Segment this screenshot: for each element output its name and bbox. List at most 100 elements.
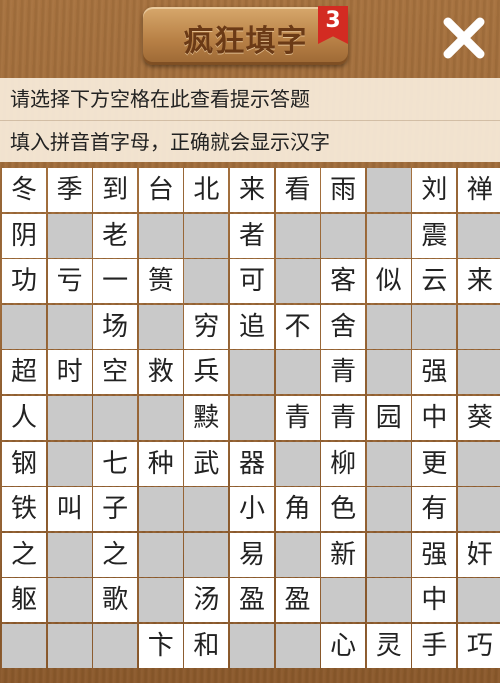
grid-cell[interactable]: 台 [138, 168, 183, 212]
grid-cell[interactable]: 黩 [184, 395, 229, 440]
grid-cell[interactable]: 和 [184, 623, 229, 668]
grid-cell[interactable]: 七 [93, 441, 138, 486]
grid-cell[interactable]: 追 [229, 304, 274, 349]
grid-cell[interactable]: 中 [412, 578, 457, 623]
grid-cell[interactable]: 色 [321, 487, 366, 532]
grid-cell[interactable]: 中 [412, 395, 457, 440]
grid-cell[interactable]: 之 [2, 532, 46, 577]
grid-cell[interactable]: 角 [275, 487, 320, 532]
grid-cell[interactable]: 场 [93, 304, 138, 349]
grid-cell[interactable]: 心 [321, 623, 366, 668]
grid-cell-blocked [366, 304, 411, 349]
grid-cell[interactable]: 舍 [321, 304, 366, 349]
grid-cell[interactable]: 叫 [47, 487, 92, 532]
grid-cell[interactable]: 篑 [138, 259, 183, 304]
grid-cell[interactable]: 客 [321, 259, 366, 304]
grid-cell[interactable]: 更 [412, 441, 457, 486]
grid-cell-blocked [275, 259, 320, 304]
grid-cell[interactable]: 空 [93, 350, 138, 395]
grid-cell[interactable]: 北 [184, 168, 229, 212]
grid-cell-blocked [93, 395, 138, 440]
grid-cell[interactable]: 强 [412, 532, 457, 577]
grid-cell[interactable]: 种 [138, 441, 183, 486]
grid-cell[interactable]: 不 [275, 304, 320, 349]
grid-cell[interactable]: 救 [138, 350, 183, 395]
grid-cell[interactable]: 一 [93, 259, 138, 304]
grid-cell[interactable]: 巧 [457, 623, 500, 668]
grid-cell[interactable]: 震 [412, 213, 457, 258]
grid-cell-blocked [366, 350, 411, 395]
grid-cell[interactable]: 者 [229, 213, 274, 258]
grid-cell[interactable]: 奸 [457, 532, 500, 577]
grid-cell[interactable]: 武 [184, 441, 229, 486]
grid-cell[interactable]: 人 [2, 395, 46, 440]
grid-cell[interactable]: 园 [366, 395, 411, 440]
grid-cell[interactable]: 亏 [47, 259, 92, 304]
grid-cell[interactable]: 穷 [184, 304, 229, 349]
grid-cell[interactable]: 躯 [2, 578, 46, 623]
grid-cell[interactable]: 柳 [321, 441, 366, 486]
grid-cell[interactable]: 季 [47, 168, 92, 212]
grid-cell[interactable]: 葵 [457, 395, 500, 440]
grid-cell-blocked [366, 168, 411, 212]
grid-cell[interactable]: 卞 [138, 623, 183, 668]
grid-cell[interactable]: 盈 [275, 578, 320, 623]
grid-cell[interactable]: 汤 [184, 578, 229, 623]
grid-cell[interactable]: 铁 [2, 487, 46, 532]
grid-cell[interactable]: 手 [412, 623, 457, 668]
grid-cell-blocked [138, 304, 183, 349]
grid-cell-blocked [412, 304, 457, 349]
grid-cell-blocked [138, 532, 183, 577]
grid-cell[interactable]: 兵 [184, 350, 229, 395]
grid-cell[interactable]: 有 [412, 487, 457, 532]
grid-cell[interactable]: 可 [229, 259, 274, 304]
grid-cell[interactable]: 功 [2, 259, 46, 304]
grid-cell[interactable]: 时 [47, 350, 92, 395]
grid-cell[interactable]: 钢 [2, 441, 46, 486]
grid-cell-blocked [457, 487, 500, 532]
close-button[interactable] [440, 14, 488, 62]
grid-cell-blocked [47, 623, 92, 668]
grid-cell-blocked [138, 487, 183, 532]
grid-cell[interactable]: 强 [412, 350, 457, 395]
grid-cell[interactable]: 刘 [412, 168, 457, 212]
grid-cell-blocked [457, 213, 500, 258]
grid-cell-blocked [47, 395, 92, 440]
grid-cell[interactable]: 雨 [321, 168, 366, 212]
grid-cell-blocked [457, 441, 500, 486]
grid-cell-blocked [275, 532, 320, 577]
grid-cell-blocked [47, 441, 92, 486]
grid-cell[interactable]: 小 [229, 487, 274, 532]
grid-cell[interactable]: 到 [93, 168, 138, 212]
grid-cell-blocked [457, 578, 500, 623]
grid-cell[interactable]: 似 [366, 259, 411, 304]
grid-cell-blocked [366, 578, 411, 623]
grid-cell-blocked [2, 623, 46, 668]
grid-cell[interactable]: 老 [93, 213, 138, 258]
grid-cell[interactable]: 歌 [93, 578, 138, 623]
grid-cell[interactable]: 超 [2, 350, 46, 395]
grid-cell[interactable]: 之 [93, 532, 138, 577]
hint-line-1[interactable]: 请选择下方空格在此查看提示答题 [0, 78, 500, 120]
grid-cell[interactable]: 来 [229, 168, 274, 212]
grid-cell[interactable]: 子 [93, 487, 138, 532]
grid-cell-blocked [275, 350, 320, 395]
grid-cell-blocked [366, 441, 411, 486]
grid-cell[interactable]: 灵 [366, 623, 411, 668]
grid-cell[interactable]: 冬 [2, 168, 46, 212]
grid-cell-blocked [321, 213, 366, 258]
grid-cell-blocked [275, 623, 320, 668]
grid-cell[interactable]: 青 [321, 350, 366, 395]
grid-cell[interactable]: 看 [275, 168, 320, 212]
grid-cell[interactable]: 器 [229, 441, 274, 486]
grid-cell[interactable]: 云 [412, 259, 457, 304]
grid-cell[interactable]: 易 [229, 532, 274, 577]
grid-cell[interactable]: 禅 [457, 168, 500, 212]
grid-cell-blocked [47, 213, 92, 258]
grid-cell[interactable]: 青 [275, 395, 320, 440]
grid-cell[interactable]: 阴 [2, 213, 46, 258]
grid-cell[interactable]: 来 [457, 259, 500, 304]
grid-cell[interactable]: 盈 [229, 578, 274, 623]
grid-cell[interactable]: 青 [321, 395, 366, 440]
grid-cell[interactable]: 新 [321, 532, 366, 577]
